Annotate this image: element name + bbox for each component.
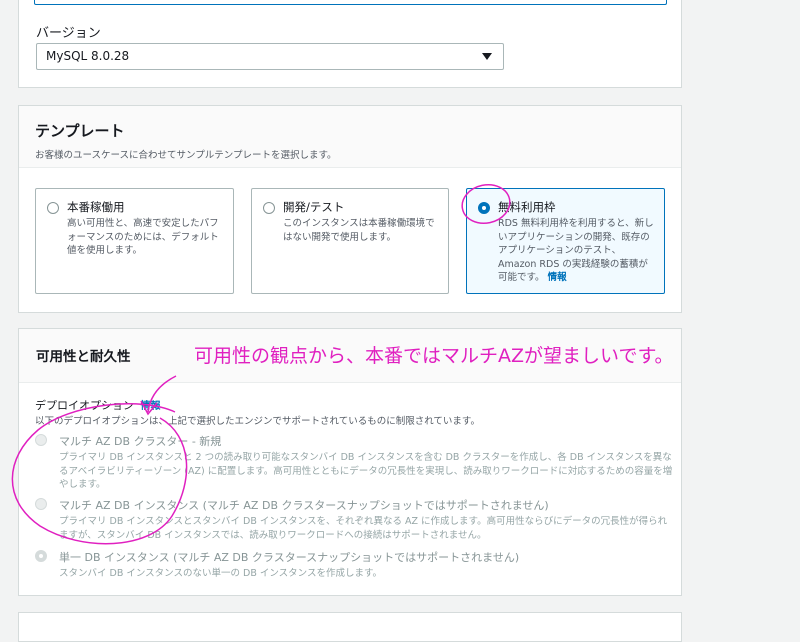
template-title: テンプレート	[35, 122, 125, 140]
template-card-title: 本番稼働用	[67, 200, 125, 214]
info-link[interactable]: 情報	[548, 272, 567, 283]
next-panel	[18, 612, 682, 642]
deploy-info-link[interactable]: 情報	[141, 401, 161, 412]
template-card-description: RDS 無料利用枠を利用すると、新しいアプリケーションの開発、既存のアプリケーシ…	[498, 217, 654, 285]
version-select-value: MySQL 8.0.28	[46, 49, 130, 63]
deploy-options-label: デプロイオプション 情報	[35, 397, 161, 413]
radio-production[interactable]	[47, 202, 59, 214]
availability-panel: 可用性と耐久性 デプロイオプション 情報 以下のデプロイオプションは、上記で選択…	[18, 328, 682, 596]
option-description: プライマリ DB インスタンスと 2 つの読み取り可能なスタンバイ DB インス…	[59, 452, 673, 490]
option-title: マルチ AZ DB クラスター - 新規	[59, 435, 222, 448]
option-description: スタンバイ DB インスタンスのない単一の DB インスタンスを作成します。	[59, 568, 383, 579]
availability-title: 可用性と耐久性	[36, 349, 131, 365]
version-select[interactable]: MySQL 8.0.28	[36, 43, 504, 70]
radio-free-tier[interactable]	[478, 202, 490, 214]
radio-multi-az-instance[interactable]	[35, 498, 47, 510]
template-header: テンプレート お客様のユースケースに合わせてサンプルテンプレートを選択します。	[19, 106, 681, 168]
template-card-production[interactable]: 本番稼働用 高い可用性と、高速で安定したパフォーマンスのためには、デフォルト値を…	[35, 188, 234, 294]
annotation-text: 可用性の観点から、本番ではマルチAZが望ましいです。	[194, 345, 674, 367]
template-description: お客様のユースケースに合わせてサンプルテンプレートを選択します。	[35, 150, 337, 161]
version-label: バージョン	[36, 26, 101, 41]
deploy-option-multi-az-instance[interactable]: マルチ AZ DB インスタンス (マルチ AZ DB クラスタースナップショッ…	[35, 497, 675, 542]
template-card-dev-test[interactable]: 開発/テスト このインスタンスは本番稼働環境ではない開発で使用します。	[251, 188, 449, 294]
option-description: プライマリ DB インスタンスとスタンバイ DB インスタンスを、それぞれ異なる…	[59, 516, 668, 541]
caret-down-icon	[482, 53, 492, 60]
template-card-title: 無料利用枠	[498, 200, 556, 214]
deploy-option-multi-az-cluster[interactable]: マルチ AZ DB クラスター - 新規 プライマリ DB インスタンスと 2 …	[35, 433, 675, 492]
option-title: 単一 DB インスタンス (マルチ AZ DB クラスタースナップショットではサ…	[59, 551, 520, 564]
free-tier-description-text: RDS 無料利用枠を利用すると、新しいアプリケーションの開発、既存のアプリケーシ…	[498, 218, 654, 283]
template-card-title: 開発/テスト	[283, 200, 345, 214]
template-card-free-tier[interactable]: 無料利用枠 RDS 無料利用枠を利用すると、新しいアプリケーションの開発、既存の…	[466, 188, 665, 294]
previous-input[interactable]	[34, 0, 667, 5]
template-card-description: 高い可用性と、高速で安定したパフォーマンスのためには、デフォルト値を使用します。	[67, 218, 219, 256]
radio-single-instance[interactable]	[35, 550, 47, 562]
deploy-option-single-instance[interactable]: 単一 DB インスタンス (マルチ AZ DB クラスタースナップショットではサ…	[35, 549, 675, 581]
template-card-description: このインスタンスは本番稼働環境ではない開発で使用します。	[283, 218, 435, 243]
option-title: マルチ AZ DB インスタンス (マルチ AZ DB クラスタースナップショッ…	[59, 499, 549, 512]
engine-options-panel: バージョン MySQL 8.0.28	[18, 0, 682, 88]
deploy-options-description: 以下のデプロイオプションは、上記で選択したエンジンでサポートされているものに制限…	[35, 416, 480, 427]
radio-multi-az-cluster[interactable]	[35, 434, 47, 446]
radio-dev-test[interactable]	[263, 202, 275, 214]
template-panel: テンプレート お客様のユースケースに合わせてサンプルテンプレートを選択します。 …	[18, 105, 682, 313]
deploy-options-label-text: デプロイオプション	[35, 399, 134, 412]
